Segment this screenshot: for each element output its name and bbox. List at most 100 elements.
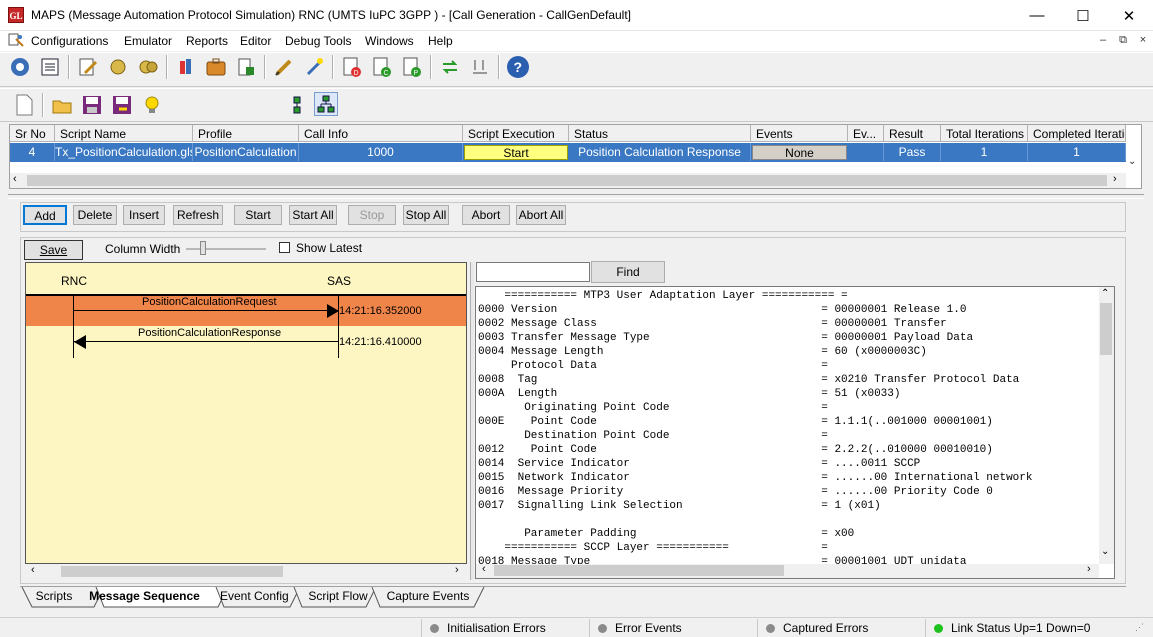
column-width-slider[interactable] (186, 248, 266, 250)
stop-button[interactable]: Stop (348, 205, 396, 225)
tree-layout-icon[interactable] (314, 92, 338, 116)
profile-icon[interactable] (106, 55, 130, 79)
column-header-total-iterations[interactable]: Total Iterations (941, 125, 1028, 142)
status-initialisation-errors[interactable]: Initialisation Errors (421, 619, 586, 637)
connect-icon[interactable] (438, 55, 462, 79)
message-label-response[interactable]: PositionCalculationResponse (138, 327, 281, 339)
sequence-scroll-thumb[interactable] (61, 566, 283, 577)
column-header-status[interactable]: Status (569, 125, 751, 142)
decode-text-area[interactable]: =========== MTP3 User Adaptation Layer =… (476, 287, 1099, 564)
wizard-icon[interactable] (302, 55, 326, 79)
save-as-icon[interactable] (110, 93, 134, 117)
status-captured-errors[interactable]: Captured Errors (757, 619, 922, 637)
decode-line[interactable] (478, 513, 1099, 527)
scroll-left-icon[interactable]: ‹ (482, 563, 486, 575)
scroll-right-icon[interactable]: › (455, 564, 459, 576)
find-input[interactable] (476, 262, 590, 282)
scroll-up-icon[interactable]: ⌃ (1101, 288, 1109, 299)
script-list-icon[interactable] (38, 55, 62, 79)
tab-scripts[interactable]: Scripts (34, 587, 74, 608)
find-button[interactable]: Find (591, 261, 665, 283)
column-header-events[interactable]: Events (751, 125, 848, 142)
menu-editor[interactable]: Editor (240, 34, 271, 48)
decode-line[interactable]: 0015 Network Indicator = ......00 Intern… (478, 471, 1099, 485)
decode-line[interactable]: 0018 Message Type = 00001001 UDT unidata (478, 555, 1099, 564)
panel-splitter[interactable] (470, 262, 474, 580)
column-header-script-name[interactable]: Script Name (55, 125, 193, 142)
decode-hscroll-thumb[interactable] (494, 565, 784, 576)
tab-event-config[interactable]: Event Config (220, 587, 289, 608)
profile-edit-icon[interactable] (136, 55, 160, 79)
mdi-minimize-button[interactable]: – (1096, 34, 1110, 47)
edit-script-icon[interactable] (76, 55, 100, 79)
decode-line[interactable]: 000A Length = 51 (x0033) (478, 387, 1099, 401)
lightbulb-icon[interactable] (140, 93, 164, 117)
row-script-name[interactable]: Tx_PositionCalculation.gls (55, 143, 193, 161)
decode-p-icon[interactable]: P (400, 55, 424, 79)
column-header-result[interactable]: Result (884, 125, 941, 142)
capture-icon[interactable] (234, 55, 258, 79)
decode-d-icon[interactable]: D (340, 55, 364, 79)
database-icon[interactable] (174, 55, 198, 79)
decode-line[interactable]: 0016 Message Priority = ......00 Priorit… (478, 485, 1099, 499)
column-header-call-info[interactable]: Call Info (299, 125, 463, 142)
mdi-restore-button[interactable]: ⧉ (1116, 34, 1130, 47)
tab-script-flow[interactable]: Script Flow (308, 587, 368, 608)
decode-line[interactable]: 000E Point Code = 1.1.1(..001000 0000100… (478, 415, 1099, 429)
save-icon[interactable] (80, 93, 104, 117)
mdi-close-button[interactable]: × (1136, 34, 1150, 47)
abort-button[interactable]: Abort (462, 205, 510, 225)
message-label-request[interactable]: PositionCalculationRequest (142, 296, 277, 308)
decode-vscroll-thumb[interactable] (1100, 303, 1112, 355)
column-width-slider-thumb[interactable] (200, 241, 206, 255)
decode-line[interactable]: 0017 Signalling Link Selection = 1 (x01) (478, 499, 1099, 513)
mdi-document-icon[interactable] (8, 33, 24, 47)
briefcase-icon[interactable] (204, 55, 228, 79)
resize-grip-icon[interactable]: ⋰ (1135, 622, 1149, 634)
decode-line[interactable]: =========== SCCP Layer =========== = (478, 541, 1099, 555)
new-file-icon[interactable] (12, 93, 36, 117)
delete-button[interactable]: Delete (73, 205, 117, 225)
decode-line[interactable]: Parameter Padding = x00 (478, 527, 1099, 541)
row-call-info[interactable]: 1000 (299, 143, 463, 161)
decode-line[interactable]: 0014 Service Indicator = ....0011 SCCP (478, 457, 1099, 471)
scroll-right-icon[interactable]: › (1087, 563, 1091, 575)
refresh-button[interactable]: Refresh (173, 205, 223, 225)
column-header-completed-iterations[interactable]: Completed Iteratio... (1028, 125, 1126, 142)
stop-all-button[interactable]: Stop All (403, 205, 449, 225)
tab-message-sequence[interactable]: Message Sequence (88, 587, 201, 608)
message-arrow-request[interactable] (73, 310, 338, 311)
vertical-layout-icon[interactable] (285, 93, 309, 117)
scroll-down-icon[interactable]: ⌄ (1101, 546, 1109, 557)
scroll-right-icon[interactable]: › (1113, 173, 1117, 185)
scroll-left-icon[interactable]: ‹ (13, 173, 17, 185)
menu-debug-tools[interactable]: Debug Tools (285, 34, 352, 48)
close-button[interactable]: ✕ (1106, 0, 1152, 31)
start-all-button[interactable]: Start All (289, 205, 337, 225)
edit-pencil-icon[interactable] (272, 55, 296, 79)
menu-configurations[interactable]: Configurations (31, 34, 108, 48)
menu-help[interactable]: Help (428, 34, 453, 48)
minimize-button[interactable]: — (1014, 0, 1060, 31)
row-profile[interactable]: PositionCalculation (193, 143, 299, 161)
help-icon[interactable]: ? (506, 55, 530, 79)
decode-line[interactable]: Destination Point Code = (478, 429, 1099, 443)
tab-capture-events[interactable]: Capture Events (386, 587, 470, 608)
decode-line[interactable]: 0004 Message Length = 60 (x0000003C) (478, 345, 1099, 359)
scroll-left-icon[interactable]: ‹ (31, 564, 35, 576)
menu-reports[interactable]: Reports (186, 34, 228, 48)
open-folder-icon[interactable] (50, 93, 74, 117)
column-header-profile[interactable]: Profile (193, 125, 299, 142)
add-button[interactable]: Add (23, 205, 67, 225)
show-latest-checkbox[interactable] (279, 242, 290, 253)
abort-all-button[interactable]: Abort All (516, 205, 566, 225)
status-link[interactable]: Link Status Up=1 Down=0 (925, 619, 1131, 637)
column-header-sr-no[interactable]: Sr No (10, 125, 55, 142)
grid-scroll-down-icon[interactable]: ⌄ (1128, 156, 1136, 167)
row-events-button[interactable]: None (752, 145, 847, 160)
configure-gear-icon[interactable] (8, 55, 32, 79)
decode-line[interactable]: Originating Point Code = (478, 401, 1099, 415)
message-arrow-response[interactable] (73, 341, 338, 342)
decode-line[interactable]: Protocol Data = (478, 359, 1099, 373)
decode-line[interactable]: 0000 Version = 00000001 Release 1.0 (478, 303, 1099, 317)
